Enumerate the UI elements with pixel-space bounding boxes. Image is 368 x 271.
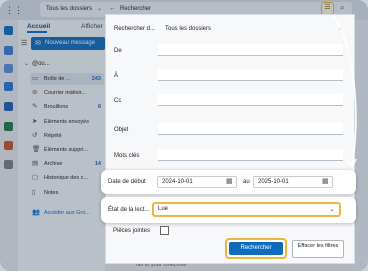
arrow-head	[346, 158, 357, 169]
outlook-window: ⋮⋮ Tous les dossiers ⌄ ← Rechercher ☰ ⌕ …	[0, 0, 368, 271]
annotation-arrow	[332, 14, 357, 169]
arrow-path	[332, 14, 357, 166]
